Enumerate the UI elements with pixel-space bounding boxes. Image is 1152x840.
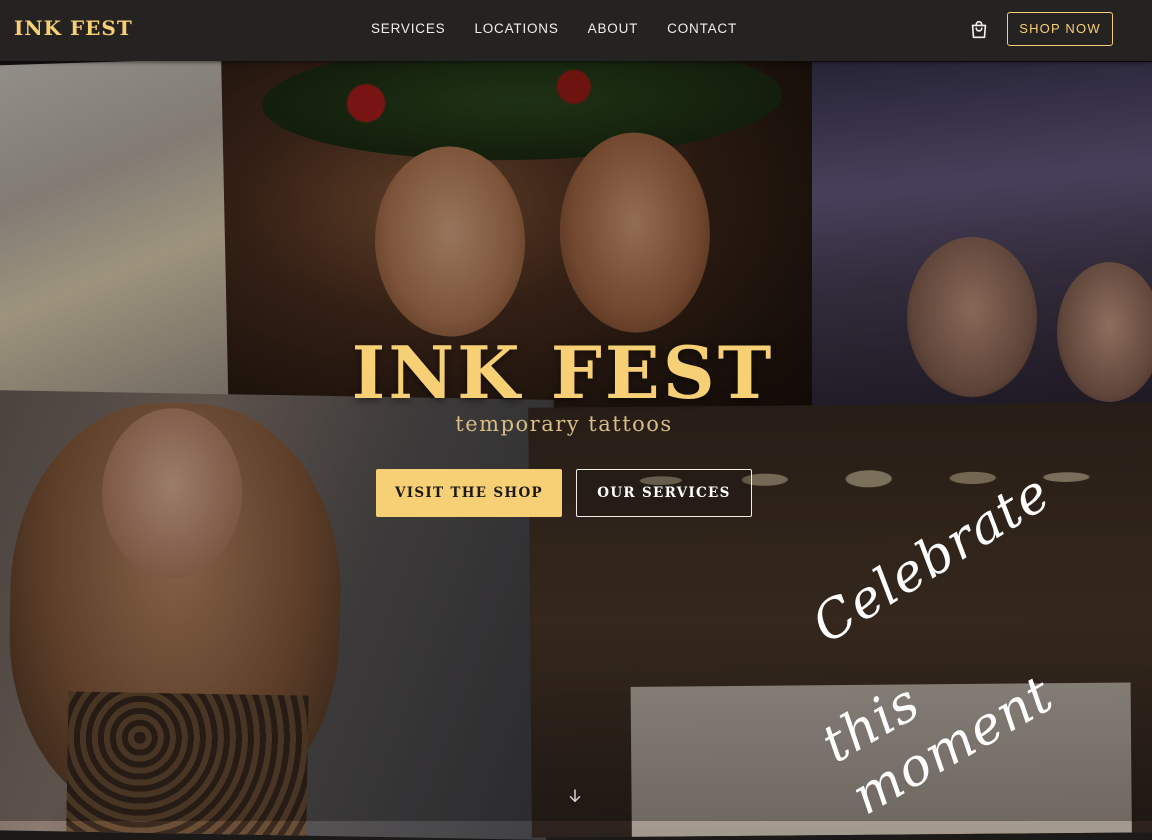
hero-subtitle: temporary tattoos [455, 412, 673, 436]
shop-now-button[interactable]: SHOP NOW [1007, 12, 1113, 46]
nav-menu: SERVICES LOCATIONS ABOUT CONTACT [371, 21, 737, 36]
hero-title: INK FEST [351, 330, 775, 415]
nav-link-about[interactable]: ABOUT [588, 21, 639, 36]
our-services-button[interactable]: OUR SERVICES [576, 469, 752, 517]
nav-link-locations[interactable]: LOCATIONS [474, 21, 558, 36]
arrow-down-icon[interactable] [566, 787, 584, 805]
shopping-bag-icon[interactable] [968, 19, 990, 41]
nav-link-services[interactable]: SERVICES [371, 21, 445, 36]
brand-logo[interactable]: INK FEST [14, 16, 133, 40]
nav-link-contact[interactable]: CONTACT [667, 21, 737, 36]
visit-shop-button[interactable]: VISIT THE SHOP [376, 469, 562, 517]
top-navbar: INK FEST SERVICES LOCATIONS ABOUT CONTAC… [0, 0, 1152, 61]
